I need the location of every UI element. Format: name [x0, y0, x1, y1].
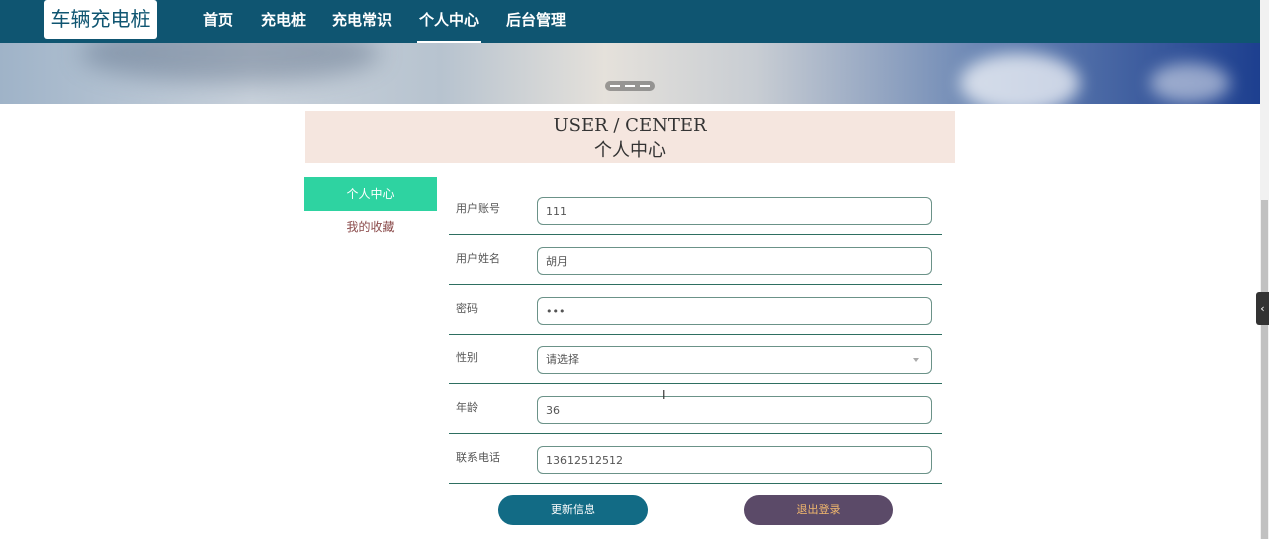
form-row-phone: 联系电话 [449, 433, 942, 484]
password-label: 密码 [456, 302, 478, 315]
form-row-name: 用户姓名 [449, 234, 942, 285]
age-input[interactable] [537, 396, 932, 424]
update-info-button[interactable]: 更新信息 [498, 495, 648, 525]
text-cursor-icon: I [662, 388, 666, 402]
gender-select-value: 请选择 [546, 353, 579, 366]
password-input[interactable] [537, 297, 932, 325]
form-row-password: 密码 [449, 284, 942, 335]
chevron-left-icon[interactable]: ‹ [1256, 292, 1269, 325]
carousel-indicators [605, 81, 655, 91]
phone-label: 联系电话 [456, 451, 500, 464]
caret-down-icon [913, 358, 919, 362]
banner-cloud [1150, 63, 1230, 103]
carousel-dot[interactable] [625, 85, 635, 87]
phone-input[interactable] [537, 446, 932, 474]
banner-cloud-shadow [80, 43, 380, 83]
page-scrollbar[interactable] [1260, 0, 1269, 539]
nav-item-user-center[interactable]: 个人中心 [416, 0, 482, 43]
sidebar-item-favorites[interactable]: 我的收藏 [304, 216, 437, 238]
form-row-account: 用户账号 [449, 184, 942, 235]
banner-carousel [0, 43, 1260, 104]
account-label: 用户账号 [456, 202, 500, 215]
banner-cloud [960, 53, 1080, 104]
form-row-gender: 性别 请选择 [449, 333, 942, 384]
section-title-en: USER / CENTER [553, 115, 707, 136]
section-title: USER / CENTER 个人中心 [305, 111, 955, 163]
logout-button[interactable]: 退出登录 [744, 495, 893, 525]
nav-item-charging-knowledge[interactable]: 充电常识 [332, 0, 392, 43]
nav-item-charging-piles[interactable]: 充电桩 [261, 0, 306, 43]
account-input[interactable] [537, 197, 932, 225]
site-logo[interactable]: 车辆充电桩 [44, 0, 157, 39]
top-navigation-bar: 车辆充电桩 首页 充电桩 充电常识 个人中心 后台管理 [0, 0, 1260, 43]
nav-item-home[interactable]: 首页 [203, 0, 233, 43]
form-row-age: 年龄 [449, 383, 942, 434]
name-label: 用户姓名 [456, 252, 500, 265]
carousel-dot[interactable] [640, 85, 650, 87]
nav-item-admin[interactable]: 后台管理 [506, 0, 566, 43]
scrollbar-thumb[interactable] [1261, 200, 1268, 539]
age-label: 年龄 [456, 401, 478, 414]
sidebar-item-user-center[interactable]: 个人中心 [304, 177, 437, 211]
gender-label: 性别 [456, 351, 478, 364]
carousel-dot[interactable] [610, 85, 620, 87]
section-title-cn: 个人中心 [594, 140, 666, 161]
name-input[interactable] [537, 247, 932, 275]
gender-select[interactable]: 请选择 [537, 346, 932, 374]
